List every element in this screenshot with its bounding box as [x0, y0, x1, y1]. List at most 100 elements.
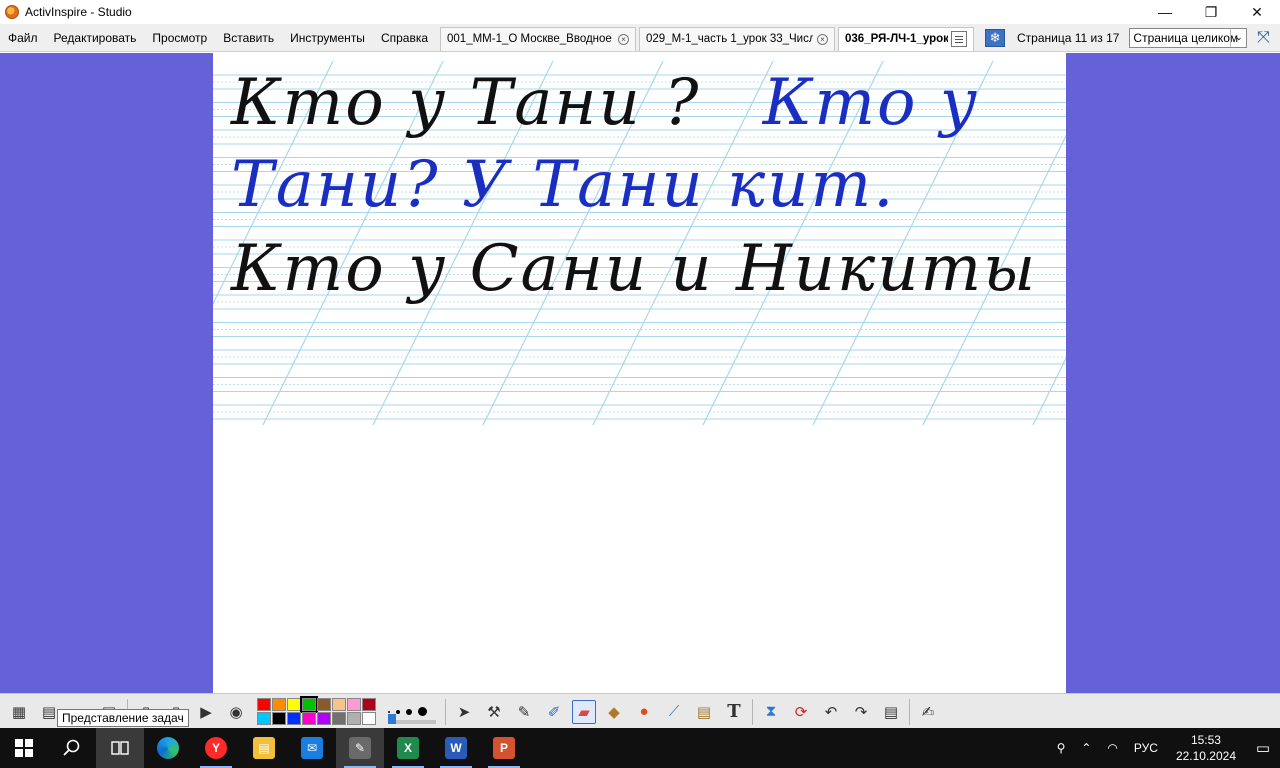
- color-swatch[interactable]: [272, 698, 286, 711]
- color-swatch[interactable]: [332, 698, 346, 711]
- page-icon[interactable]: ▤: [879, 700, 903, 724]
- zoom-select[interactable]: Страница целиком ⌄: [1129, 27, 1248, 48]
- maximize-button[interactable]: ❐: [1188, 0, 1234, 24]
- reset-page-icon[interactable]: ⟳: [789, 700, 813, 724]
- pen-size-xlarge[interactable]: [418, 707, 427, 716]
- color-swatch[interactable]: [347, 712, 361, 725]
- tab-label: 029_М-1_часть 1_урок 33_Число: [646, 33, 814, 45]
- color-swatch[interactable]: [302, 712, 316, 725]
- fill-icon[interactable]: ◆: [602, 700, 626, 724]
- pinned-apps: Y ▤ ✉ ✎ X W P: [192, 728, 528, 768]
- color-swatch[interactable]: [317, 698, 331, 711]
- tools-icon[interactable]: ⚒: [482, 700, 506, 724]
- tooltip: Представление задач: [57, 709, 189, 727]
- color-swatch[interactable]: [257, 698, 271, 711]
- menu-file[interactable]: Файл: [0, 24, 46, 52]
- word-button[interactable]: W: [432, 728, 480, 768]
- tab-label: 036_РЯ-ЛЧ-1_урок 3: [845, 33, 949, 45]
- task-view-button[interactable]: [96, 728, 144, 768]
- toolbar-separator: [445, 698, 446, 725]
- notifications-icon[interactable]: ▭: [1246, 739, 1280, 757]
- pen-icon[interactable]: ✎: [512, 700, 536, 724]
- tab-close-icon[interactable]: ×: [817, 33, 829, 45]
- pen-size-slider[interactable]: [388, 713, 436, 724]
- clock[interactable]: 15:53 22.10.2024: [1166, 732, 1246, 764]
- desk-icon[interactable]: ✍: [916, 700, 940, 724]
- handwriting-line-3: Кто у Сани и Никиты ?: [231, 237, 1066, 301]
- title-bar: ActivInspire - Studio — ❐ ✕: [0, 0, 1280, 24]
- powerpoint-icon: P: [493, 737, 515, 759]
- undo-icon[interactable]: ↶: [819, 700, 843, 724]
- hourglass-icon[interactable]: ⧗: [759, 700, 783, 724]
- chevron-down-icon[interactable]: ⌄: [1230, 28, 1246, 47]
- redo-icon[interactable]: ↷: [849, 700, 873, 724]
- shape-icon[interactable]: ●: [632, 700, 656, 724]
- powerpoint-button[interactable]: P: [480, 728, 528, 768]
- color-swatch[interactable]: [257, 712, 271, 725]
- excel-icon: X: [397, 737, 419, 759]
- color-swatch[interactable]: [332, 712, 346, 725]
- pen-size-medium[interactable]: [396, 709, 400, 714]
- tab-label: 001_ММ-1_О Москве_Вводное зан: [447, 33, 614, 45]
- menu-edit[interactable]: Редактировать: [46, 24, 145, 52]
- fullscreen-icon[interactable]: ⤧: [1253, 28, 1273, 48]
- color-swatch[interactable]: [317, 712, 331, 725]
- handwriting-black-text: Кто у Сани и Никиты ?: [231, 232, 1066, 306]
- chevron-up-icon[interactable]: ⌃: [1073, 741, 1099, 755]
- activinspire-button[interactable]: ✎: [336, 728, 384, 768]
- color-swatch[interactable]: [362, 698, 376, 711]
- slider-thumb[interactable]: [388, 713, 396, 724]
- tab-document-1[interactable]: 001_ММ-1_О Москве_Вводное зан ×: [440, 26, 637, 51]
- start-button[interactable]: [0, 728, 48, 768]
- people-icon[interactable]: ⚲: [1049, 741, 1074, 755]
- tab-document-2[interactable]: 029_М-1_часть 1_урок 33_Число ×: [639, 26, 836, 51]
- menu-view[interactable]: Просмотр: [144, 24, 215, 52]
- file-explorer-button[interactable]: ▤: [240, 728, 288, 768]
- page-list-icon[interactable]: [951, 31, 968, 47]
- color-palette: [257, 696, 376, 725]
- pen-size-large[interactable]: [406, 708, 412, 715]
- color-swatch[interactable]: [300, 696, 318, 713]
- menu-help[interactable]: Справка: [373, 24, 436, 52]
- menu-tools[interactable]: Инструменты: [282, 24, 373, 52]
- mail-button[interactable]: ✉: [288, 728, 336, 768]
- edge-button[interactable]: [144, 728, 192, 768]
- highlighter-icon[interactable]: ✐: [542, 700, 566, 724]
- color-swatch[interactable]: [272, 712, 286, 725]
- language-indicator[interactable]: РУС: [1126, 741, 1166, 755]
- snowflake-icon[interactable]: ❄: [985, 28, 1006, 47]
- minimize-button[interactable]: —: [1142, 0, 1188, 24]
- tab-document-3-active[interactable]: 036_РЯ-ЛЧ-1_урок 3: [838, 26, 975, 51]
- tab-close-icon[interactable]: ×: [618, 33, 630, 45]
- network-icon[interactable]: ◠: [1099, 741, 1125, 755]
- flipchart-page[interactable]: Кто у Тани ? Кто у Тани? У Тани кит. Кто…: [213, 53, 1066, 693]
- yandex-browser-button[interactable]: Y: [192, 728, 240, 768]
- excel-button[interactable]: X: [384, 728, 432, 768]
- task-view-icon: [111, 741, 129, 755]
- menu-bar: Файл Редактировать Просмотр Вставить Инс…: [0, 24, 1280, 52]
- play-icon[interactable]: ▶: [194, 700, 218, 724]
- menu-insert[interactable]: Вставить: [215, 24, 282, 52]
- color-swatch[interactable]: [347, 698, 361, 711]
- globe-icon[interactable]: ◉: [224, 700, 248, 724]
- eraser-icon[interactable]: ▰: [572, 699, 596, 724]
- color-swatch[interactable]: [287, 698, 301, 711]
- text-icon[interactable]: T: [722, 700, 746, 724]
- handwriting-line-1: Кто у Тани ? Кто у: [231, 71, 979, 135]
- select-icon[interactable]: ➤: [452, 700, 476, 724]
- handwriting-blue-text: Кто у: [762, 66, 979, 140]
- pen-size-selector[interactable]: [388, 698, 436, 726]
- connector-icon[interactable]: ⟋: [662, 700, 686, 724]
- workspace: Кто у Тани ? Кто у Тани? У Тани кит. Кто…: [0, 53, 1280, 693]
- search-button[interactable]: [48, 728, 96, 768]
- page-counter: Страница 11 из 17: [1017, 30, 1120, 45]
- pen-size-small[interactable]: [388, 710, 390, 713]
- activinspire-icon: ✎: [349, 737, 371, 759]
- color-swatch[interactable]: [287, 712, 301, 725]
- close-button[interactable]: ✕: [1234, 0, 1280, 24]
- system-tray: ⚲ ⌃ ◠ РУС 15:53 22.10.2024 ▭: [1049, 728, 1280, 768]
- browser-icon[interactable]: ▦: [7, 700, 31, 724]
- windows-logo-icon: [15, 739, 33, 757]
- clapper-icon[interactable]: ▤: [692, 700, 716, 724]
- color-swatch[interactable]: [362, 712, 376, 725]
